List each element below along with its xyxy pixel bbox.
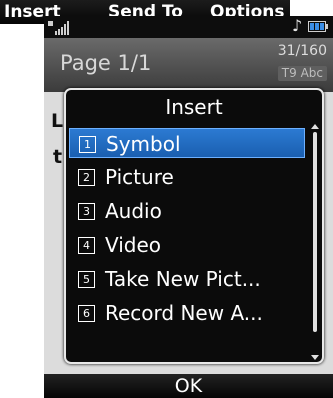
number-key-1-icon: 1 [79,136,96,153]
page-title: Page 1/1 [60,51,152,75]
scroll-up-arrow-icon [311,124,319,129]
insert-options-list: 1 Symbol 2 Picture 3 Audio 4 Video 5 Tak… [69,128,305,360]
menu-item-take-new-picture[interactable]: 5 Take New Pict... [69,264,305,294]
menu-item-picture[interactable]: 2 Picture [69,162,305,192]
number-key-2-icon: 2 [78,169,95,186]
popup-title: Insert [165,95,223,119]
softkey-bar: OK [44,374,333,398]
menu-item-video[interactable]: 4 Video [69,230,305,260]
status-bar: ♪ [44,16,333,38]
number-key-4-icon: 4 [78,237,95,254]
message-text-line-1: L [51,110,64,132]
signal-bars-icon [48,21,69,35]
popup-scrollbar[interactable] [311,124,319,360]
message-text-line-2: t [53,146,63,168]
menu-item-label: Audio [105,199,162,223]
ok-button[interactable]: OK [44,374,333,398]
insert-popup-menu: Insert 1 Symbol 2 Picture 3 Audio 4 Vide… [64,88,324,364]
screen: Insert Send To Options ♪ Page 1/1 31/160… [0,0,333,398]
menu-item-label: Record New A... [105,301,263,325]
message-header: Page 1/1 31/160 T9 Abc [44,38,333,92]
number-key-6-icon: 6 [78,305,95,322]
input-mode-badge: T9 Abc [277,66,327,81]
number-key-5-icon: 5 [78,271,95,288]
menu-item-label: Take New Pict... [105,267,261,291]
scrollbar-thumb[interactable] [313,132,317,332]
phone-screen: ♪ Page 1/1 31/160 T9 Abc L t Insert 1 Sy… [44,16,333,398]
scroll-down-arrow-icon [311,355,319,360]
menu-item-label: Video [105,233,162,257]
character-counter: 31/160 [277,43,327,59]
menu-item-label: Picture [105,165,174,189]
menu-item-label: Symbol [106,132,181,156]
music-note-icon: ♪ [292,16,303,35]
menu-item-symbol[interactable]: 1 Symbol [69,128,305,158]
battery-icon [308,21,328,32]
number-key-3-icon: 3 [78,203,95,220]
menu-item-record-new-audio[interactable]: 6 Record New A... [69,298,305,328]
menu-item-audio[interactable]: 3 Audio [69,196,305,226]
